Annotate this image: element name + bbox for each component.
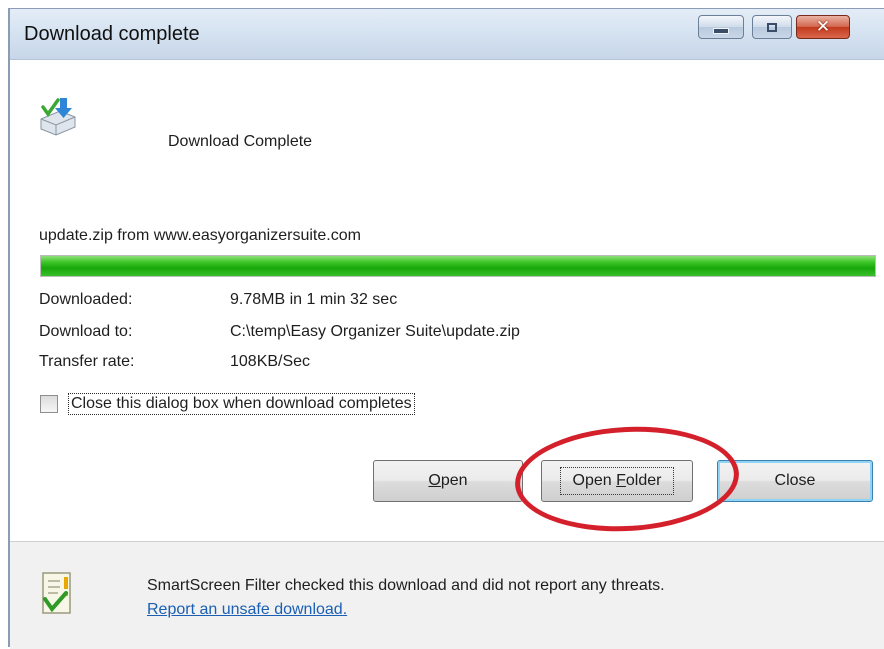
close-on-complete-checkbox[interactable]: [40, 395, 58, 413]
maximize-button[interactable]: [752, 15, 792, 39]
close-on-complete-label[interactable]: Close this dialog box when download comp…: [68, 393, 415, 415]
close-icon: ✕: [815, 17, 831, 37]
progress-bar: [40, 255, 876, 277]
downloaded-value: 9.78MB in 1 min 32 sec: [230, 291, 398, 308]
smartscreen-footer: [10, 541, 884, 649]
smartscreen-shield-icon: [42, 572, 71, 614]
close-window-button[interactable]: ✕: [796, 15, 850, 39]
download-to-value: C:\temp\Easy Organizer Suite\update.zip: [230, 323, 520, 340]
close-button[interactable]: Close: [717, 460, 873, 502]
title-bar[interactable]: Download complete ✕: [10, 9, 884, 60]
smartscreen-message: SmartScreen Filter checked this download…: [147, 577, 665, 594]
report-unsafe-download-link[interactable]: Report an unsafe download.: [147, 601, 347, 619]
transfer-rate-label: Transfer rate:: [39, 353, 135, 370]
downloaded-label: Downloaded:: [39, 291, 133, 308]
open-button[interactable]: Open: [373, 460, 523, 502]
open-folder-button[interactable]: Open Folder: [541, 460, 693, 502]
open-folder-button-label: Open Folder: [559, 467, 675, 495]
progress-fill: [41, 256, 875, 276]
transfer-rate-value: 108KB/Sec: [230, 353, 311, 370]
close-button-label: Close: [774, 472, 816, 489]
maximize-icon: [767, 22, 777, 32]
window-title: Download complete: [24, 23, 200, 45]
open-button-label: Open: [428, 472, 468, 489]
download-source: update.zip from www.easyorganizersuite.c…: [39, 227, 361, 244]
download-dialog: Download complete ✕ Download Complete up…: [8, 8, 884, 649]
minimize-button[interactable]: [698, 15, 744, 39]
download-status-heading: Download Complete: [168, 133, 313, 150]
download-to-label: Download to:: [39, 323, 133, 340]
download-complete-icon: [40, 98, 76, 136]
minimize-icon: [713, 28, 729, 34]
